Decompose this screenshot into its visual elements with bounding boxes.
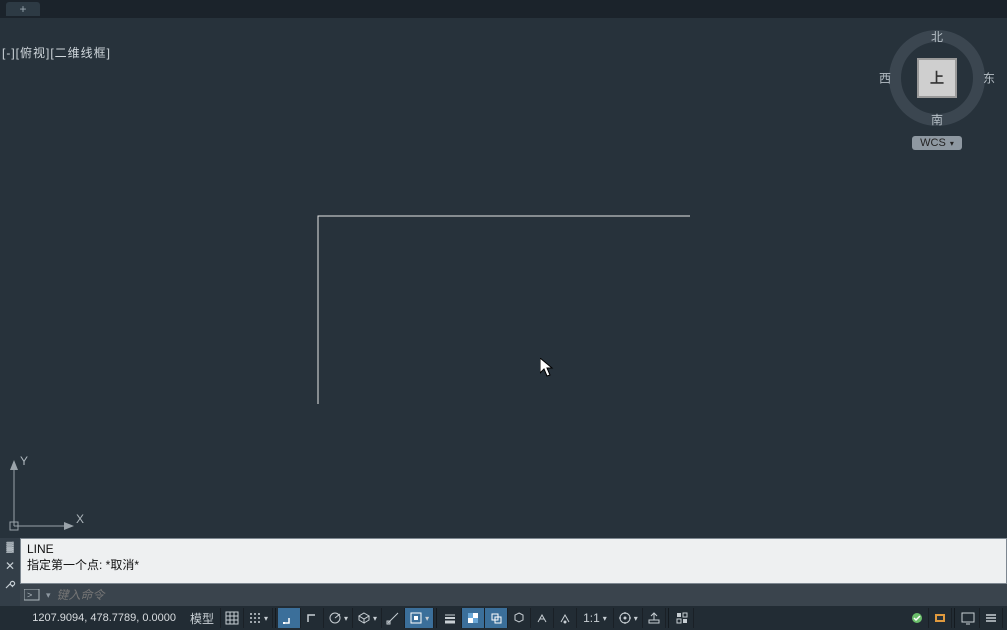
chevron-down-icon: ▾ [344,614,348,623]
svg-text:>_: >_ [27,590,38,600]
status-bar: 1207.9094, 478.7789, 0.0000 模型 ▾ ▾ ▾ ▾ [0,606,1007,630]
model-space-button[interactable]: 模型 [184,608,221,628]
viewcube-east[interactable]: 东 [983,70,995,87]
object-snap-tracking-toggle[interactable] [382,608,405,628]
viewcube-north[interactable]: 北 [931,28,943,45]
command-history[interactable]: LINE 指定第一个点: *取消* [20,538,1007,584]
selection-filter-toggle[interactable] [554,608,577,628]
wcs-badge[interactable]: WCS ▾ [912,136,962,150]
command-close-icon[interactable]: ✕ [5,559,15,573]
ucs-x-label: X [76,512,84,526]
viewcube-south[interactable]: 南 [931,111,943,128]
workspace-switch[interactable]: ▾ [614,608,643,628]
drawing-canvas[interactable]: [-][俯视][二维线框] Y X 北 南 西 东 上 W [0,18,1007,538]
ucs-icon[interactable]: Y X [6,454,86,534]
viewcube-west[interactable]: 西 [879,70,891,87]
snap-mode-toggle[interactable]: ▾ [244,608,273,628]
graphics-performance[interactable] [929,608,952,628]
ortho-toggle[interactable] [301,608,324,628]
transparency-toggle[interactable] [462,608,485,628]
quick-properties[interactable] [906,608,929,628]
annotation-monitor[interactable] [643,608,666,628]
chevron-down-icon: ▾ [950,139,954,148]
command-customize-icon[interactable] [4,579,16,591]
command-input[interactable] [57,588,1003,602]
polar-tracking-toggle[interactable]: ▾ [324,608,353,628]
chevron-down-icon[interactable]: ▾ [46,590,51,601]
chevron-down-icon: ▾ [634,614,638,623]
document-tabbar: + [0,0,1007,18]
new-tab-button[interactable]: + [6,2,40,16]
command-gutter: ▓ ✕ [0,538,20,606]
3d-osnap-toggle[interactable] [508,608,531,628]
customization-button[interactable] [980,608,1003,628]
clean-screen-toggle[interactable] [957,608,980,628]
dynamic-ucs-toggle[interactable] [531,608,554,628]
chevron-down-icon: ▾ [373,614,377,623]
wcs-label: WCS [920,137,946,149]
chevron-down-icon: ▾ [264,614,268,623]
chevron-down-icon: ▾ [425,614,429,623]
command-recent-icon[interactable]: ▓ [6,542,13,553]
isolate-objects[interactable] [671,608,694,628]
selection-cycling-toggle[interactable] [485,608,508,628]
status-coordinates[interactable]: 1207.9094, 478.7789, 0.0000 [4,612,184,624]
command-prompt-icon[interactable]: >_ [24,588,40,602]
chevron-down-icon: ▾ [603,614,607,623]
lineweight-toggle[interactable] [439,608,462,628]
infer-constraints-toggle[interactable] [278,608,301,628]
object-snap-toggle[interactable]: ▾ [405,608,434,628]
ucs-y-label: Y [20,454,28,468]
command-line: >_ ▾ [20,584,1007,606]
grid-toggle[interactable] [221,608,244,628]
isodraft-toggle[interactable]: ▾ [353,608,382,628]
annotation-scale[interactable]: 1:1 ▾ [577,608,614,628]
command-panel: ▓ ✕ LINE 指定第一个点: *取消* >_ ▾ [0,538,1007,606]
view-cube[interactable]: 北 南 西 东 上 WCS ▾ [877,30,997,170]
viewcube-top-face[interactable]: 上 [917,58,957,98]
plus-icon: + [19,3,26,15]
